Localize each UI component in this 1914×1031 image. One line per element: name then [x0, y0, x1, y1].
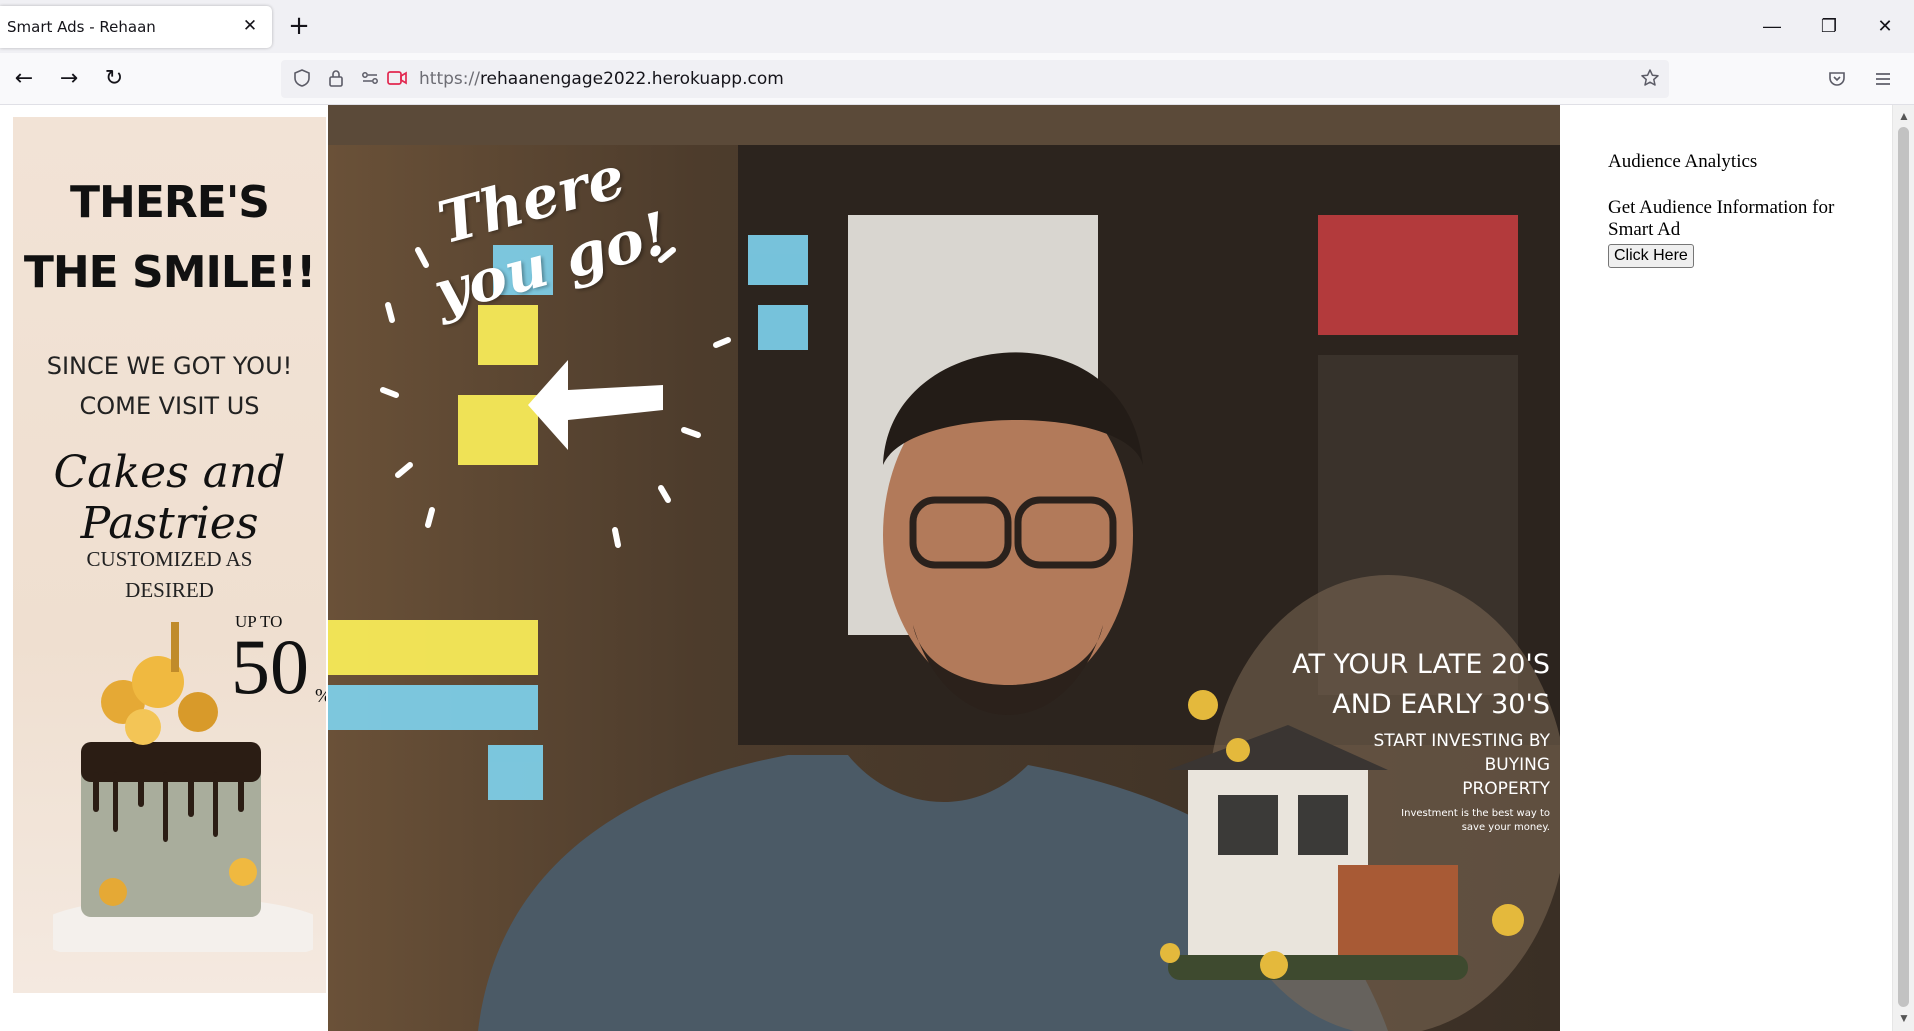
shield-icon[interactable] — [291, 68, 313, 90]
property-sub3: PROPERTY — [1462, 779, 1550, 799]
new-tab-button[interactable]: + — [286, 13, 312, 40]
cake-ad-banner: THERE'S THE SMILE!! SINCE WE GOT YOU! CO… — [13, 117, 326, 993]
webcam-video: There you go! AT YOUR LATE 20'S AND EARL… — [328, 105, 1560, 1031]
ad-heading-line2: THE SMILE!! — [23, 247, 316, 298]
menu-icon[interactable] — [1872, 69, 1894, 91]
close-window-button[interactable]: ✕ — [1870, 12, 1900, 40]
address-bar[interactable]: https://rehaanengage2022.herokuapp.com — [281, 60, 1669, 98]
tab-close-icon[interactable]: ✕ — [240, 16, 260, 36]
url-text: https://rehaanengage2022.herokuapp.com — [419, 69, 784, 89]
lock-icon[interactable] — [325, 68, 347, 90]
property-small2: save your money. — [1461, 822, 1550, 833]
minimize-button[interactable]: — — [1757, 12, 1787, 40]
audience-analytics-panel: Audience Analytics Get Audience Informat… — [1608, 151, 1878, 268]
page-content: THERE'S THE SMILE!! SINCE WE GOT YOU! CO… — [0, 105, 1914, 1031]
ad-script-title: Cakes and Pastries — [53, 447, 286, 549]
ad-subline1: SINCE WE GOT YOU! — [46, 352, 293, 380]
click-here-button[interactable]: Click Here — [1608, 244, 1694, 268]
tab-title: Smart Ads - Rehaan — [7, 18, 156, 36]
url-protocol: https:// — [419, 69, 480, 89]
vertical-scrollbar[interactable]: ▲ ▼ — [1892, 105, 1914, 1031]
property-ad-overlay: AT YOUR LATE 20'S AND EARLY 30'S START I… — [1198, 645, 1550, 835]
panel-description: Get Audience Information for Smart Ad — [1608, 197, 1835, 240]
scroll-down-icon[interactable]: ▼ — [1897, 1011, 1911, 1025]
restore-button[interactable]: ❐ — [1814, 12, 1844, 40]
reload-button[interactable]: ↻ — [98, 63, 130, 95]
panel-title: Audience Analytics — [1608, 151, 1758, 172]
url-host: rehaanengage2022.herokuapp.com — [479, 69, 784, 89]
camera-sharing-icon[interactable] — [386, 68, 408, 90]
ad-custom-line2: DESIRED — [125, 578, 214, 602]
property-headline2: AND EARLY 30'S — [1332, 689, 1550, 720]
property-sub2: BUYING — [1484, 755, 1550, 775]
bookmark-star-icon[interactable] — [1639, 68, 1661, 90]
scroll-up-icon[interactable]: ▲ — [1897, 109, 1911, 123]
pocket-icon[interactable] — [1826, 69, 1848, 91]
permissions-icon[interactable] — [359, 68, 381, 90]
ad-subline2: COME VISIT US — [79, 392, 260, 420]
ad-heading-line1: THERE'S — [70, 177, 270, 228]
navigation-bar: ← → ↻ https://rehaanengage2022.herokuapp… — [0, 53, 1914, 105]
property-headline1: AT YOUR LATE 20'S — [1292, 649, 1550, 680]
ad-percent: % — [315, 685, 326, 708]
tab-bar: Smart Ads - Rehaan ✕ + — ❐ ✕ — [0, 0, 1914, 53]
ad-custom-line1: CUSTOMIZED AS — [86, 547, 253, 571]
back-button[interactable]: ← — [8, 63, 40, 95]
property-small1: Investment is the best way to — [1401, 808, 1550, 819]
scroll-thumb[interactable] — [1898, 127, 1909, 1007]
cake-image — [53, 622, 313, 952]
tab-smart-ads[interactable]: Smart Ads - Rehaan ✕ — [0, 6, 272, 48]
property-sub1: START INVESTING BY — [1373, 731, 1550, 751]
forward-button[interactable]: → — [53, 63, 85, 95]
